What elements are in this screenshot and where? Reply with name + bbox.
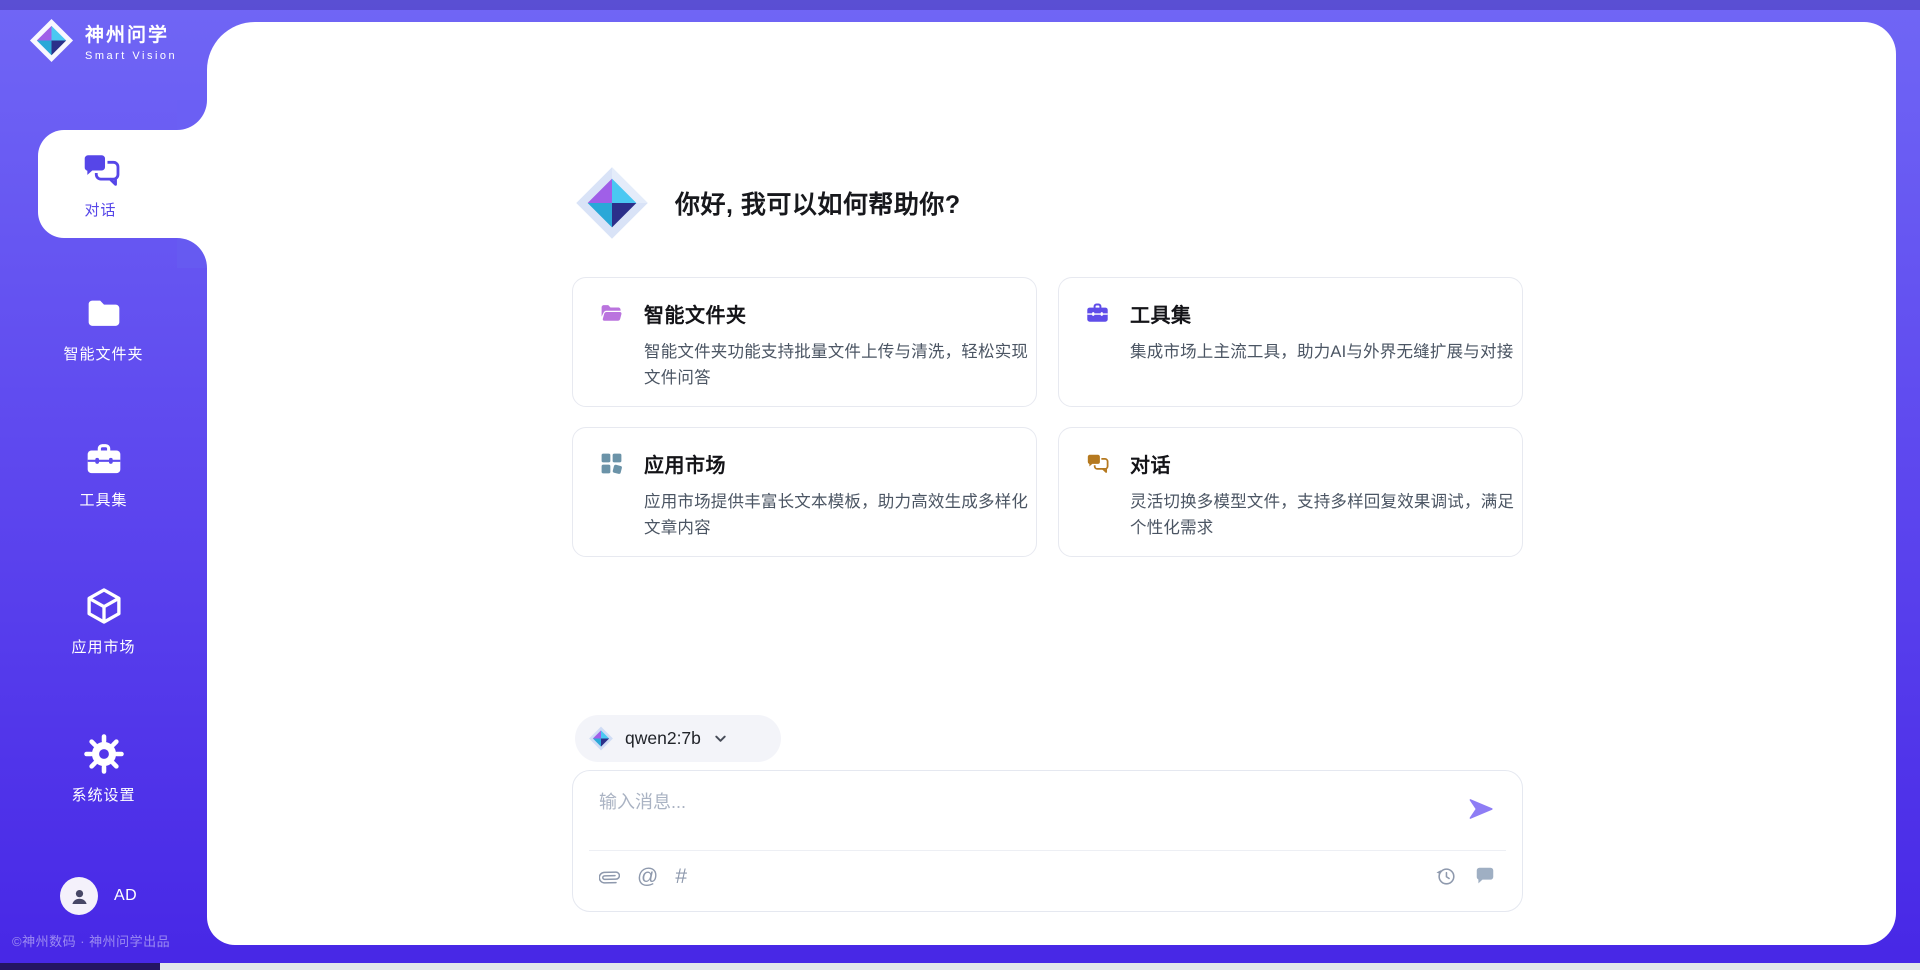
card-title: 应用市场 xyxy=(644,449,726,478)
chevron-down-icon xyxy=(712,730,729,747)
message-composer: @ # xyxy=(572,770,1523,912)
sidebar-item-chat[interactable]: 对话 xyxy=(38,130,227,238)
tab-curve-top xyxy=(177,100,207,130)
composer-right-tools xyxy=(1435,865,1496,887)
avatar[interactable] xyxy=(60,877,98,915)
folder-icon xyxy=(83,294,125,334)
brand-diamond-icon xyxy=(573,162,651,244)
top-edge-strip xyxy=(0,0,1920,10)
attachment-icon[interactable] xyxy=(599,866,620,889)
greeting-block: 你好, 我可以如何帮助你? xyxy=(573,162,961,244)
bottom-edge xyxy=(0,963,1920,970)
card-title: 智能文件夹 xyxy=(644,299,747,328)
composer-divider xyxy=(589,850,1506,851)
user-initials: AD xyxy=(114,887,137,905)
brand-subtitle: Smart Vision xyxy=(85,50,177,62)
model-name: qwen2:7b xyxy=(625,728,701,749)
bottom-scrollbar-track[interactable] xyxy=(160,963,1920,970)
brand-name: 神州问学 xyxy=(85,20,177,47)
diamond-gem-icon xyxy=(588,725,614,752)
history-icon[interactable] xyxy=(1435,865,1457,887)
user-profile: AD xyxy=(60,877,137,915)
feature-cards: 智能文件夹 智能文件夹功能支持批量文件上传与清洗，轻松实现文件问答 工具集 集成… xyxy=(572,277,1523,557)
message-icon[interactable] xyxy=(1474,865,1496,887)
card-title: 工具集 xyxy=(1130,299,1192,328)
app-grid-icon xyxy=(599,451,624,476)
person-icon xyxy=(68,885,91,908)
mention-icon[interactable]: @ xyxy=(637,865,658,889)
card-smart-folder[interactable]: 智能文件夹 智能文件夹功能支持批量文件上传与清洗，轻松实现文件问答 xyxy=(572,277,1037,407)
card-description: 灵活切换多模型文件，支持多样回复效果调试，满足个性化需求 xyxy=(1130,489,1522,541)
card-description: 智能文件夹功能支持批量文件上传与清洗，轻松实现文件问答 xyxy=(644,339,1036,391)
message-input[interactable] xyxy=(599,788,1452,844)
brand-logo: 神州问学 Smart Vision xyxy=(28,16,177,65)
sidebar-item-label: 系统设置 xyxy=(71,784,135,805)
sidebar-item-label: 智能文件夹 xyxy=(63,343,143,364)
cube-icon xyxy=(83,585,125,627)
card-description: 集成市场上主流工具，助力AI与外界无缝扩展与对接 xyxy=(1130,339,1522,365)
chat-bubbles-icon xyxy=(80,149,122,191)
app-window: 你好, 我可以如何帮助你? 智能文件夹 智能文件夹功能支持批量文件上传与清洗，轻… xyxy=(0,0,1920,970)
diamond-gem-icon xyxy=(28,16,75,65)
sidebar-item-app-market[interactable]: 应用市场 xyxy=(0,585,207,657)
card-app-market[interactable]: 应用市场 应用市场提供丰富长文本模板，助力高效生成多样化文章内容 xyxy=(572,427,1037,557)
sidebar-item-settings[interactable]: 系统设置 xyxy=(0,733,207,805)
sidebar-item-label: 工具集 xyxy=(79,489,127,510)
card-description: 应用市场提供丰富长文本模板，助力高效生成多样化文章内容 xyxy=(644,489,1036,541)
sidebar-item-label: 应用市场 xyxy=(71,636,135,657)
greeting-text: 你好, 我可以如何帮助你? xyxy=(675,185,961,221)
tab-curve-bottom xyxy=(177,238,207,268)
chat-bubbles-icon xyxy=(1085,451,1110,476)
composer-left-tools: @ # xyxy=(599,865,687,889)
card-title: 对话 xyxy=(1130,449,1171,478)
gear-icon xyxy=(83,733,125,775)
model-selector[interactable]: qwen2:7b xyxy=(575,715,781,762)
briefcase-icon xyxy=(83,440,125,480)
sidebar: 神州问学 Smart Vision 对话 智能文件夹 xyxy=(0,0,207,970)
send-button[interactable] xyxy=(1466,794,1496,824)
card-toolset[interactable]: 工具集 集成市场上主流工具，助力AI与外界无缝扩展与对接 xyxy=(1058,277,1523,407)
copyright-note: ©神州数码 · 神州问学出品 xyxy=(12,931,170,950)
bottom-edge-dark xyxy=(0,963,160,970)
sidebar-item-smart-folder[interactable]: 智能文件夹 xyxy=(0,294,207,364)
sidebar-item-label: 对话 xyxy=(84,199,116,220)
send-icon xyxy=(1467,796,1495,822)
briefcase-icon xyxy=(1085,301,1110,326)
folder-open-icon xyxy=(599,301,624,326)
hashtag-icon[interactable]: # xyxy=(675,865,687,889)
main-content: 你好, 我可以如何帮助你? 智能文件夹 智能文件夹功能支持批量文件上传与清洗，轻… xyxy=(207,22,1896,945)
sidebar-item-toolset[interactable]: 工具集 xyxy=(0,440,207,510)
card-chat[interactable]: 对话 灵活切换多模型文件，支持多样回复效果调试，满足个性化需求 xyxy=(1058,427,1523,557)
